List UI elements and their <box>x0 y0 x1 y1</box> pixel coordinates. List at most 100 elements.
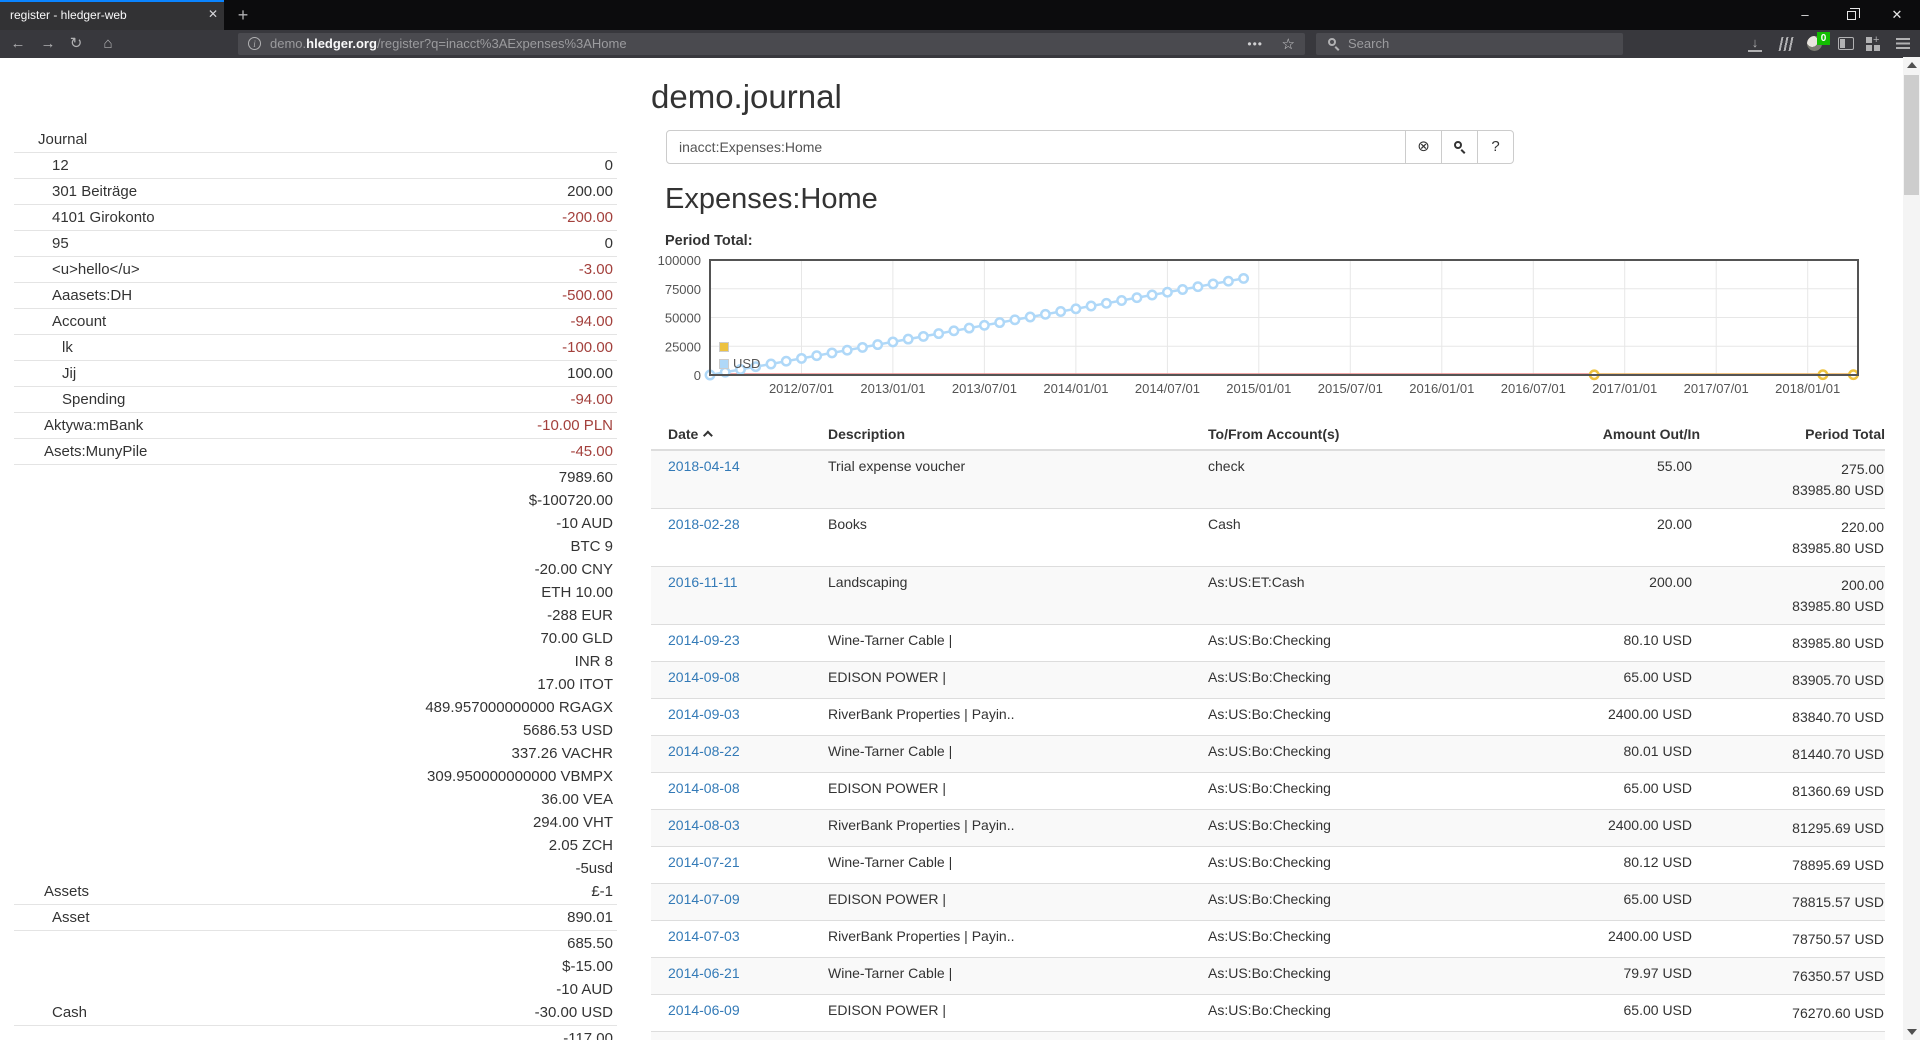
transaction-amount: 55.00 <box>1520 450 1700 509</box>
reload-icon[interactable]: ↻ <box>64 33 88 55</box>
account-name[interactable]: Aktywa:mBank <box>14 414 143 437</box>
account-name[interactable]: 4101 Girokonto <box>14 206 155 229</box>
page-actions-icon[interactable]: ••• <box>1247 33 1263 55</box>
sidebar-account-row[interactable]: <u>hello</u>-3.00 <box>14 256 617 282</box>
transaction-amount: 2400.00 USD <box>1520 810 1700 847</box>
sidebar-account-row[interactable]: Account-94.00 <box>14 308 617 334</box>
sidebar-account-row[interactable]: 4101 Girokonto-200.00 <box>14 204 617 230</box>
sidebar-account-row[interactable]: Asset890.01 <box>14 904 617 930</box>
clear-search-button[interactable]: ⊗ <box>1405 130 1442 164</box>
register-row: 2014-07-03RiverBank Properties | Payin..… <box>651 921 1885 958</box>
period-total: 83905.70 USD <box>1700 662 1885 699</box>
back-icon[interactable]: ← <box>6 33 30 55</box>
transaction-description: Wine-Tarner Cable | <box>828 958 1208 995</box>
transaction-date-link[interactable]: 2014-09-23 <box>668 632 740 648</box>
sidebar-account-row[interactable]: lk-100.00 <box>14 334 617 360</box>
sidebar-account-row[interactable]: Aktywa:mBank -10.00 PLN <box>14 412 617 438</box>
transaction-date-link[interactable]: 2014-06-09 <box>668 1002 740 1018</box>
account-name[interactable]: Cash <box>14 1001 87 1024</box>
sidebar-toggle-icon[interactable] <box>1838 37 1854 50</box>
account-name[interactable]: Aaasets:DH <box>14 284 132 307</box>
account-name[interactable]: Assets <box>14 880 89 903</box>
transaction-date-link[interactable]: 2014-09-08 <box>668 669 740 685</box>
transaction-date-link[interactable]: 2014-08-22 <box>668 743 740 759</box>
sidebar-account-row[interactable]: Assets 7989.60$-100720.00-10 AUDBTC 9-20.… <box>14 464 617 904</box>
page-scrollbar[interactable] <box>1903 57 1920 1040</box>
balance-amount: -20.00 CNY <box>425 558 613 581</box>
transaction-description: EDISON POWER | <box>828 662 1208 699</box>
bookmark-star-icon[interactable]: ☆ <box>1282 34 1295 56</box>
balance-amount: BTC 9 <box>425 535 613 558</box>
transaction-date-link[interactable]: 2018-02-28 <box>668 516 740 532</box>
search-input[interactable] <box>666 130 1406 164</box>
account-balance: -10.00 PLN <box>537 414 613 437</box>
apps-grid-icon[interactable]: + <box>1866 37 1880 51</box>
site-info-icon[interactable]: i <box>248 37 261 50</box>
window-restore-button[interactable] <box>1828 0 1874 30</box>
sidebar-account-row[interactable]: Asets:MunyPile-45.00 <box>14 438 617 464</box>
window-minimize-button[interactable]: – <box>1782 0 1828 30</box>
window-close-button[interactable]: ✕ <box>1874 0 1920 30</box>
transaction-account: As:US:ET:Cash <box>1208 567 1520 625</box>
home-icon[interactable]: ⌂ <box>96 33 120 55</box>
scrollbar-thumb[interactable] <box>1904 75 1919 195</box>
register-row: 2014-09-23Wine-Tarner Cable |As:US:Bo:Ch… <box>651 625 1885 662</box>
transaction-date-link[interactable]: 2014-07-03 <box>668 928 740 944</box>
account-name[interactable]: Account <box>14 310 106 333</box>
sidebar-account-row[interactable]: Jij 100.00 <box>14 360 617 386</box>
search-icon <box>1328 38 1336 46</box>
account-name[interactable]: Jij <box>14 362 76 385</box>
tab-close-icon[interactable]: ✕ <box>208 7 218 21</box>
sidebar-account-row[interactable]: -117.00 <box>14 1025 617 1040</box>
period-total: 81440.70 USD <box>1700 736 1885 773</box>
transaction-date-link[interactable]: 2014-09-03 <box>668 706 740 722</box>
sidebar-account-row[interactable]: Aaasets:DH-500.00 <box>14 282 617 308</box>
svg-text:2013/01/01: 2013/01/01 <box>860 381 925 396</box>
menu-icon[interactable] <box>1896 38 1910 49</box>
account-balance: 100.00 <box>567 362 613 385</box>
help-button[interactable]: ? <box>1477 130 1514 164</box>
library-icon[interactable] <box>1779 37 1796 51</box>
account-name[interactable]: Asset <box>14 906 90 929</box>
downloads-icon[interactable]: ↓ <box>1748 36 1762 52</box>
transaction-account: As:US:Bo:Checking <box>1208 1032 1520 1040</box>
forward-icon[interactable]: → <box>36 33 60 55</box>
transaction-date-link[interactable]: 2014-06-21 <box>668 965 740 981</box>
sidebar-journal-link[interactable]: Journal <box>14 128 617 152</box>
transaction-date-link[interactable]: 2014-07-09 <box>668 891 740 907</box>
transaction-date-link[interactable]: 2016-11-11 <box>668 574 738 590</box>
account-balance: 7989.60$-100720.00-10 AUDBTC 9-20.00 CNY… <box>425 466 613 903</box>
search-button[interactable] <box>1441 130 1478 164</box>
account-name[interactable]: <u>hello</u> <box>14 258 140 281</box>
account-name[interactable]: 95 <box>14 232 69 255</box>
column-header-date[interactable]: Date <box>651 418 828 450</box>
browser-tab-active[interactable]: register - hledger-web ✕ <box>0 0 224 30</box>
sidebar-account-row[interactable]: Spending-94.00 <box>14 386 617 412</box>
period-total-line: 76350.57 USD <box>1700 966 1884 987</box>
transaction-date-link[interactable]: 2014-07-21 <box>668 854 740 870</box>
url-bar[interactable]: i demo.hledger.org/register?q=inacct%3AE… <box>238 33 1305 55</box>
balance-amount: 0 <box>605 154 613 177</box>
transaction-date-link[interactable]: 2014-08-08 <box>668 780 740 796</box>
transaction-date-link[interactable]: 2014-08-03 <box>668 817 740 833</box>
scrollbar-up-icon[interactable] <box>1907 62 1917 68</box>
account-name[interactable]: 301 Beiträge <box>14 180 137 203</box>
account-name[interactable]: Spending <box>14 388 125 411</box>
browser-search-bar[interactable]: Search <box>1316 33 1623 55</box>
new-tab-button[interactable]: + <box>230 3 256 28</box>
account-name[interactable]: Asets:MunyPile <box>14 440 147 463</box>
sidebar-account-row[interactable]: 12 0 <box>14 152 617 178</box>
account-name[interactable]: lk <box>14 336 73 359</box>
sidebar-account-row[interactable]: 301 Beiträge200.00 <box>14 178 617 204</box>
transaction-amount: 65.00 USD <box>1520 773 1700 810</box>
transaction-amount: 80.01 USD <box>1520 736 1700 773</box>
sidebar-account-row[interactable]: 95 0 <box>14 230 617 256</box>
balance-amount: INR 8 <box>425 650 613 673</box>
chart-canvas: 2012/07/012013/01/012013/07/012014/01/01… <box>650 250 1870 405</box>
account-name[interactable]: 12 <box>14 154 69 177</box>
scrollbar-down-icon[interactable] <box>1907 1029 1917 1035</box>
transaction-date-link[interactable]: 2018-04-14 <box>668 458 740 474</box>
balance-amount: ETH 10.00 <box>425 581 613 604</box>
balance-amount: 0 <box>605 232 613 255</box>
sidebar-account-row[interactable]: Cash685.50$-15.00-10 AUD-30.00 USD <box>14 930 617 1025</box>
